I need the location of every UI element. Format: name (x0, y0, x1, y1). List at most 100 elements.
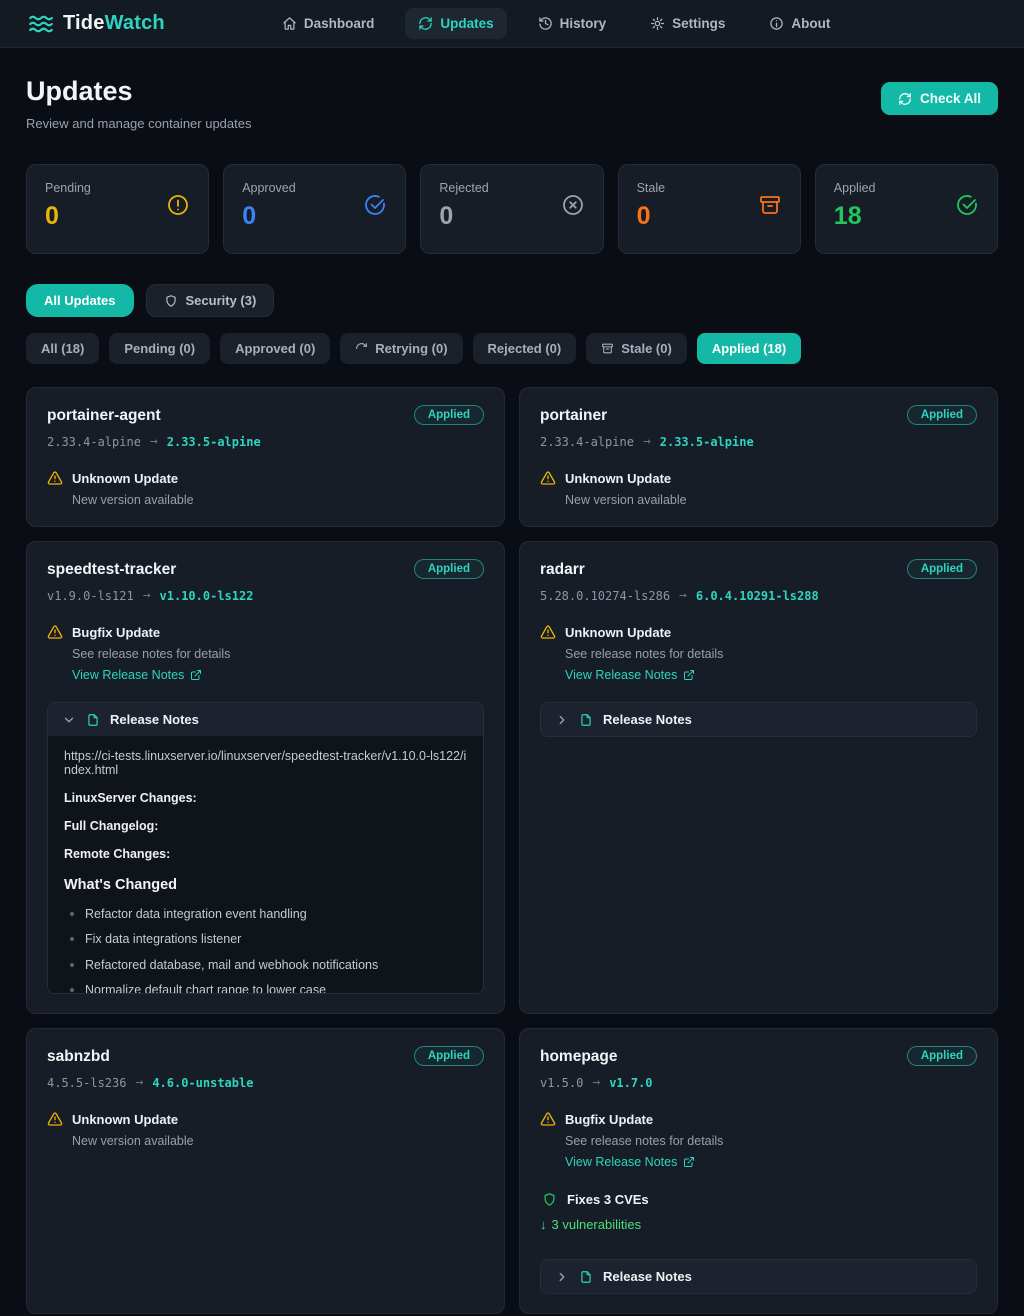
update-card-radarr: radarr Applied 5.28.0.10274-ls286 → 6.0.… (519, 541, 998, 1014)
update-card-sabnzbd: sabnzbd Applied 4.5.5-ls236 → 4.6.0-unst… (26, 1028, 505, 1314)
main-content: Updates Review and manage container upda… (0, 48, 1024, 1316)
nav-item-history[interactable]: History (525, 8, 620, 39)
update-card-homepage: homepage Applied v1.5.0 → v1.7.0 Bugfix … (519, 1028, 998, 1314)
shield-icon (164, 294, 178, 308)
tab-label: Retrying (0) (375, 341, 447, 356)
nav-item-label: History (560, 16, 607, 31)
old-version: v1.5.0 (540, 1076, 583, 1090)
refresh-icon (898, 92, 912, 106)
version-row: 5.28.0.10274-ls286 → 6.0.4.10291-ls288 (540, 588, 977, 603)
status-badge: Applied (907, 559, 977, 579)
stat-card-stale: Stale 0 (618, 164, 801, 254)
filter-label: Security (3) (186, 293, 257, 308)
check-all-button[interactable]: Check All (881, 82, 998, 115)
brand-name-secondary: Watch (105, 12, 165, 34)
old-version: 4.5.5-ls236 (47, 1076, 126, 1090)
status-badge: Applied (414, 405, 484, 425)
brand[interactable]: TideWatch (28, 11, 165, 37)
nav-item-dashboard[interactable]: Dashboard (269, 8, 388, 39)
release-notes-section: Release Notes https://ci-tests.linuxserv… (47, 702, 484, 994)
filter-security[interactable]: Security (3) (146, 284, 275, 317)
tab-applied[interactable]: Applied (18) (697, 333, 801, 364)
cve-fix-row: Fixes 3 CVEs (540, 1192, 977, 1207)
nav-item-settings[interactable]: Settings (637, 8, 738, 39)
status-badge: Applied (907, 1046, 977, 1066)
update-description: New version available (565, 493, 977, 507)
tab-label: Stale (0) (621, 341, 672, 356)
release-note-item: Refactored database, mail and webhook no… (64, 957, 467, 973)
version-row: v1.9.0-ls121 → v1.10.0-ls122 (47, 588, 484, 603)
check-all-label: Check All (920, 91, 981, 106)
release-notes-toggle[interactable]: Release Notes (541, 1260, 976, 1293)
release-notes-title: Release Notes (603, 712, 692, 727)
status-badge: Applied (414, 559, 484, 579)
release-notes-line: LinuxServer Changes: (64, 791, 467, 805)
file-text-icon (86, 713, 100, 727)
release-notes-content[interactable]: https://ci-tests.linuxserver.io/linuxser… (48, 736, 483, 993)
external-link-icon (683, 669, 695, 681)
info-icon (769, 16, 784, 31)
update-type: Bugfix Update (565, 1111, 977, 1127)
tab-all[interactable]: All (18) (26, 333, 99, 364)
page-subtitle: Review and manage container updates (26, 116, 251, 131)
release-notes-title: Release Notes (603, 1269, 692, 1284)
update-description: New version available (72, 1134, 484, 1148)
tab-rejected[interactable]: Rejected (0) (473, 333, 577, 364)
vulnerability-text: 3 vulnerabilities (552, 1217, 642, 1232)
update-type: Unknown Update (565, 470, 977, 486)
filter-all-updates[interactable]: All Updates (26, 284, 134, 317)
tab-stale[interactable]: Stale (0) (586, 333, 687, 364)
update-cards-grid: portainer-agent Applied 2.33.4-alpine → … (26, 387, 998, 1314)
new-version: v1.7.0 (609, 1076, 652, 1090)
refresh-icon (418, 16, 433, 31)
update-type: Bugfix Update (72, 624, 484, 640)
tab-approved[interactable]: Approved (0) (220, 333, 330, 364)
release-note-item: Refactor data integration event handling (64, 906, 467, 922)
container-name: homepage (540, 1048, 618, 1066)
brand-name-primary: Tide (63, 12, 105, 34)
view-release-notes-link[interactable]: View Release Notes (565, 1155, 695, 1169)
arrow-right-icon: → (135, 1075, 143, 1090)
release-notes-toggle[interactable]: Release Notes (541, 703, 976, 736)
new-version: 2.33.5-alpine (167, 435, 261, 449)
tab-label: Rejected (0) (488, 341, 562, 356)
gear-icon (650, 16, 665, 31)
filter-label: All Updates (44, 293, 116, 308)
release-notes-title: Release Notes (110, 712, 199, 727)
tab-retrying[interactable]: Retrying (0) (340, 333, 462, 364)
container-name: portainer (540, 407, 607, 425)
stats-row: Pending 0 Approved 0 Rejected 0 (26, 164, 998, 254)
tab-label: Pending (0) (124, 341, 195, 356)
chevron-right-icon (555, 1270, 569, 1284)
shield-icon (542, 1192, 557, 1207)
warning-triangle-icon (540, 624, 556, 684)
view-release-notes-link[interactable]: View Release Notes (565, 668, 695, 682)
link-label: View Release Notes (72, 668, 184, 682)
archive-icon (601, 342, 614, 355)
arrow-right-icon: → (143, 588, 151, 603)
release-notes-section: Release Notes (540, 1259, 977, 1294)
external-link-icon (190, 669, 202, 681)
old-version: 5.28.0.10274-ls286 (540, 589, 670, 603)
nav-item-about[interactable]: About (756, 8, 843, 39)
update-description: New version available (72, 493, 484, 507)
link-label: View Release Notes (565, 668, 677, 682)
check-circle-icon (955, 193, 979, 217)
archive-icon (758, 193, 782, 217)
release-notes-heading: What's Changed (64, 877, 467, 893)
chevron-right-icon (555, 713, 569, 727)
file-text-icon (579, 713, 593, 727)
nav-item-label: Updates (440, 16, 493, 31)
down-arrow-icon: ↓ (540, 1217, 547, 1232)
warning-triangle-icon (540, 470, 556, 507)
version-row: 2.33.4-alpine → 2.33.5-alpine (47, 434, 484, 449)
release-notes-toggle[interactable]: Release Notes (48, 703, 483, 736)
view-release-notes-link[interactable]: View Release Notes (72, 668, 202, 682)
update-type: Unknown Update (565, 624, 977, 640)
waves-logo-icon (28, 11, 54, 37)
stat-card-pending: Pending 0 (26, 164, 209, 254)
update-description: See release notes for details (565, 647, 977, 661)
history-icon (538, 16, 553, 31)
nav-item-updates[interactable]: Updates (405, 8, 506, 39)
tab-pending[interactable]: Pending (0) (109, 333, 210, 364)
